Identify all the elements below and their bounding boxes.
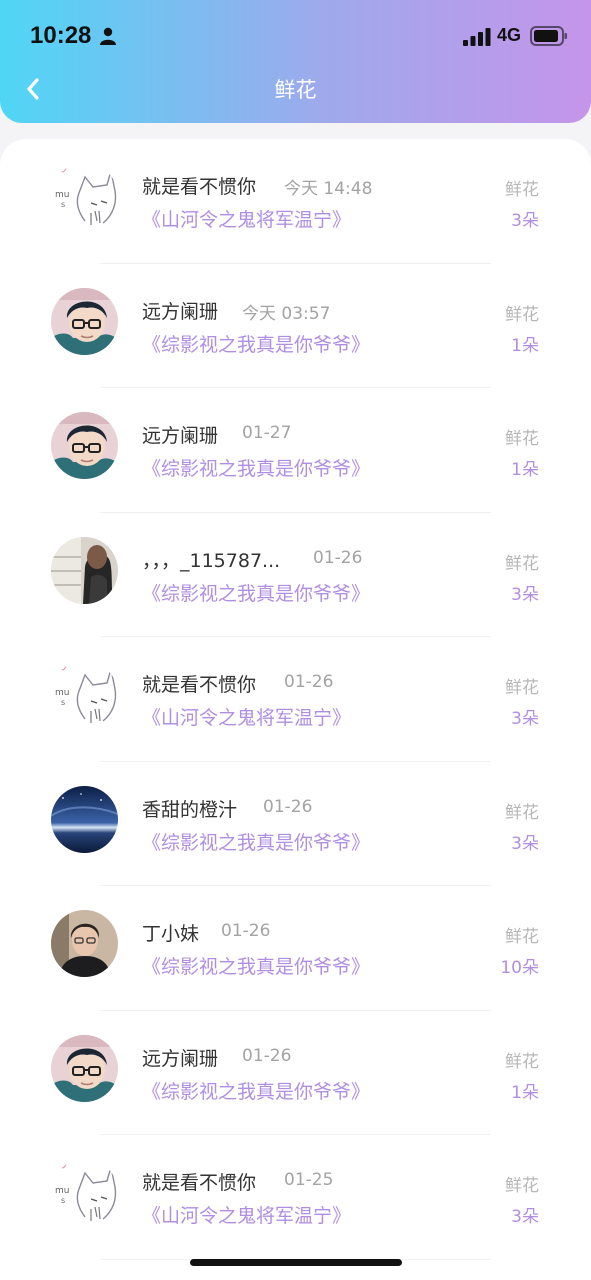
gift-count: 3朵 xyxy=(511,584,539,605)
gift-time: 今天 03:57 xyxy=(242,303,331,324)
gift-count: 1朵 xyxy=(511,1082,539,1103)
book-title-link[interactable]: 《山河令之鬼将军温宁》 xyxy=(142,205,351,232)
username[interactable]: 就是看不惯你 xyxy=(142,172,256,199)
list-item[interactable]: 远方阑珊 01-26 《综影视之我真是你爷爷》 鲜花 1朵 xyxy=(0,1011,591,1135)
avatar[interactable]: mu s xyxy=(51,1159,118,1226)
header-bar: 10:28 4G 鲜花 xyxy=(0,0,591,123)
signal-icon xyxy=(463,28,491,46)
network-label: 4G xyxy=(497,25,522,45)
avatar[interactable] xyxy=(51,287,118,355)
gift-type-label: 鲜花 xyxy=(505,304,539,325)
book-title-link[interactable]: 《综影视之我真是你爷爷》 xyxy=(142,454,370,481)
book-title-link[interactable]: 《山河令之鬼将军温宁》 xyxy=(142,1201,351,1228)
username[interactable]: 香甜的橙汁 xyxy=(142,795,237,822)
gift-time: 今天 14:48 xyxy=(284,179,373,199)
gift-count: 3朵 xyxy=(511,211,539,231)
avatar[interactable] xyxy=(51,1034,118,1102)
username[interactable]: 远方阑珊 xyxy=(142,1044,218,1071)
username[interactable]: 远方阑珊 xyxy=(142,297,218,324)
avatar[interactable]: mu s xyxy=(51,661,118,728)
gift-count: 3朵 xyxy=(511,709,539,729)
list-item[interactable]: 丁小妹 01-26 《综影视之我真是你爷爷》 鲜花 10朵 xyxy=(0,886,591,1011)
gift-time: 01-26 xyxy=(221,921,271,941)
username[interactable]: ，，，_115787... xyxy=(142,546,280,573)
gift-list-card: mu s 就是看不惯你 今天 14:48 《山河令之鬼将军温宁》 鲜花 3朵 远方阑珊今… xyxy=(0,139,591,1280)
gift-count: 3朵 xyxy=(511,1207,539,1227)
svg-text:s: s xyxy=(61,200,65,209)
gift-time: 01-26 xyxy=(313,547,363,568)
gift-count: 1朵 xyxy=(511,335,539,356)
gift-time: 01-25 xyxy=(284,1170,334,1190)
gift-type-label: 鲜花 xyxy=(505,553,539,574)
list-item[interactable]: 远方阑珊 01-27 《综影视之我真是你爷爷》 鲜花 1朵 xyxy=(0,388,591,513)
list-item[interactable]: 远方阑珊 今天 03:57 《综影视之我真是你爷爷》 鲜花 1朵 xyxy=(0,264,591,388)
avatar[interactable] xyxy=(51,785,118,853)
book-title-link[interactable]: 《综影视之我真是你爷爷》 xyxy=(142,579,370,606)
gift-time: 01-27 xyxy=(242,423,292,443)
svg-text:mu: mu xyxy=(55,688,69,698)
status-bar: 10:28 4G xyxy=(0,0,591,72)
gift-time: 01-26 xyxy=(263,796,313,817)
gift-time: 01-26 xyxy=(242,1045,292,1066)
gift-type-label: 鲜花 xyxy=(505,678,539,698)
avatar[interactable] xyxy=(51,910,118,977)
list-item[interactable]: ，，，_115787... 01-26 《综影视之我真是你爷爷》 鲜花 3朵 xyxy=(0,513,591,637)
gift-type-label: 鲜花 xyxy=(505,927,539,947)
gift-count: 10朵 xyxy=(500,958,539,978)
avatar[interactable]: mu s xyxy=(51,163,118,230)
book-title-link[interactable]: 《综影视之我真是你爷爷》 xyxy=(142,1077,370,1104)
battery-icon xyxy=(530,26,567,46)
avatar[interactable] xyxy=(51,412,118,479)
gift-type-label: 鲜花 xyxy=(505,1051,539,1072)
gift-type-label: 鲜花 xyxy=(505,802,539,823)
gift-count: 1朵 xyxy=(511,460,539,480)
book-title-link[interactable]: 《综影视之我真是你爷爷》 xyxy=(142,330,370,357)
avatar[interactable] xyxy=(51,536,118,604)
svg-text:mu: mu xyxy=(55,190,69,200)
gift-type-label: 鲜花 xyxy=(505,1176,539,1196)
gift-type-label: 鲜花 xyxy=(505,180,539,200)
book-title-link[interactable]: 《综影视之我真是你爷爷》 xyxy=(142,952,370,979)
home-indicator[interactable] xyxy=(190,1259,402,1266)
username[interactable]: 丁小妹 xyxy=(142,919,199,946)
person-icon xyxy=(100,27,116,45)
gift-count: 3朵 xyxy=(511,833,539,854)
list-item[interactable]: mu s 就是看不惯你 01-25 《山河令之鬼将军温宁》 鲜花 3朵 xyxy=(0,1135,591,1260)
username[interactable]: 就是看不惯你 xyxy=(142,1168,256,1195)
page-title: 鲜花 xyxy=(274,78,317,102)
username[interactable]: 远方阑珊 xyxy=(142,421,218,448)
book-title-link[interactable]: 《山河令之鬼将军温宁》 xyxy=(142,703,351,730)
svg-text:s: s xyxy=(61,698,65,707)
list-item[interactable]: mu s 就是看不惯你 01-26 《山河令之鬼将军温宁》 鲜花 3朵 xyxy=(0,637,591,762)
gift-type-label: 鲜花 xyxy=(505,429,539,449)
list-item[interactable]: mu s 就是看不惯你 今天 14:48 《山河令之鬼将军温宁》 鲜花 3朵 xyxy=(0,139,591,264)
username[interactable]: 就是看不惯你 xyxy=(142,670,256,697)
gift-time: 01-26 xyxy=(284,672,334,692)
book-title-link[interactable]: 《综影视之我真是你爷爷》 xyxy=(142,828,370,855)
list-item[interactable]: 香甜的橙汁 01-26 《综影视之我真是你爷爷》 鲜花 3朵 xyxy=(0,762,591,886)
svg-text:s: s xyxy=(61,1196,65,1205)
svg-text:mu: mu xyxy=(55,1186,69,1196)
status-time: 10:28 xyxy=(30,22,92,49)
